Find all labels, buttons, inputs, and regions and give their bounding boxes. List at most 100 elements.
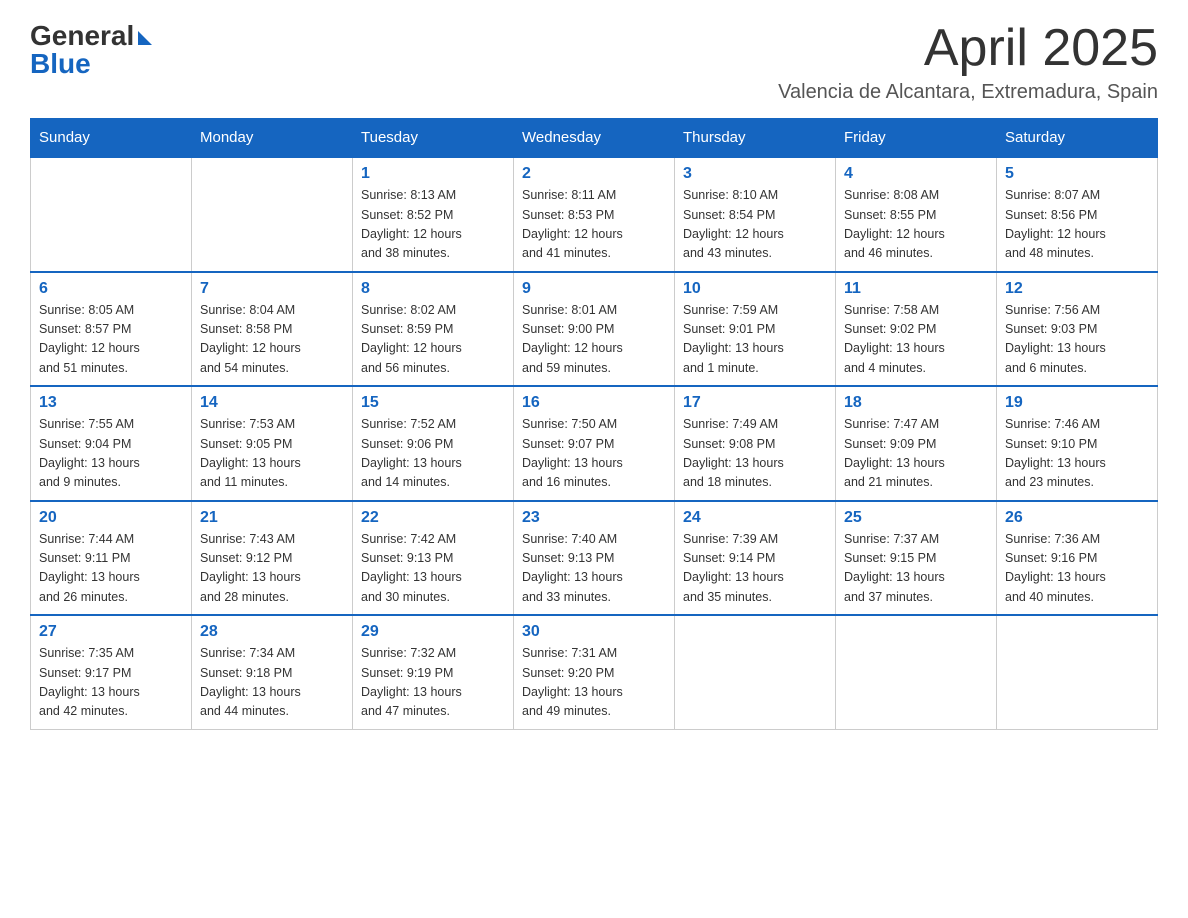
day-info: Sunrise: 8:08 AM Sunset: 8:55 PM Dayligh… <box>844 186 988 264</box>
day-number: 30 <box>522 623 666 641</box>
header-friday: Friday <box>836 119 997 158</box>
day-number: 21 <box>200 509 344 527</box>
day-number: 2 <box>522 165 666 183</box>
day-info: Sunrise: 8:04 AM Sunset: 8:58 PM Dayligh… <box>200 301 344 379</box>
calendar-cell <box>675 615 836 729</box>
calendar-cell: 27 Sunrise: 7:35 AM Sunset: 9:17 PM Dayli… <box>31 615 192 729</box>
day-info: Sunrise: 7:52 AM Sunset: 9:06 PM Dayligh… <box>361 415 505 493</box>
day-number: 12 <box>1005 280 1149 298</box>
day-number: 25 <box>844 509 988 527</box>
header-wednesday: Wednesday <box>514 119 675 158</box>
day-info: Sunrise: 7:35 AM Sunset: 9:17 PM Dayligh… <box>39 644 183 722</box>
calendar-cell: 17 Sunrise: 7:49 AM Sunset: 9:08 PM Dayli… <box>675 386 836 501</box>
week-row-4: 20 Sunrise: 7:44 AM Sunset: 9:11 PM Dayli… <box>31 501 1158 616</box>
day-info: Sunrise: 7:53 AM Sunset: 9:05 PM Dayligh… <box>200 415 344 493</box>
calendar-cell: 16Sunrise: 7:50 AM Sunset: 9:07 PM Dayli… <box>514 386 675 501</box>
calendar-location: Valencia de Alcantara, Extremadura, Spai… <box>778 81 1158 104</box>
day-info: Sunrise: 7:50 AM Sunset: 9:07 PM Dayligh… <box>522 415 666 493</box>
day-number: 27 <box>39 623 183 641</box>
calendar-cell: 7 Sunrise: 8:04 AM Sunset: 8:58 PM Daylig… <box>192 272 353 387</box>
day-number: 9 <box>522 280 666 298</box>
calendar-cell: 14 Sunrise: 7:53 AM Sunset: 9:05 PM Dayli… <box>192 386 353 501</box>
calendar-cell <box>997 615 1158 729</box>
day-number: 18 <box>844 394 988 412</box>
day-info: Sunrise: 8:02 AM Sunset: 8:59 PM Dayligh… <box>361 301 505 379</box>
day-number: 29 <box>361 623 505 641</box>
calendar-cell: 30 Sunrise: 7:31 AM Sunset: 9:20 PM Dayli… <box>514 615 675 729</box>
day-info: Sunrise: 7:47 AM Sunset: 9:09 PM Dayligh… <box>844 415 988 493</box>
calendar-title: April 2025 <box>778 20 1158 77</box>
calendar-cell: 8 Sunrise: 8:02 AM Sunset: 8:59 PM Daylig… <box>353 272 514 387</box>
day-number: 15 <box>361 394 505 412</box>
calendar-cell: 29Sunrise: 7:32 AM Sunset: 9:19 PM Dayli… <box>353 615 514 729</box>
day-info: Sunrise: 7:43 AM Sunset: 9:12 PM Dayligh… <box>200 530 344 608</box>
calendar-cell: 1 Sunrise: 8:13 AM Sunset: 8:52 PM Daylig… <box>353 157 514 272</box>
day-info: Sunrise: 7:49 AM Sunset: 9:08 PM Dayligh… <box>683 415 827 493</box>
calendar-cell: 13 Sunrise: 7:55 AM Sunset: 9:04 PM Dayli… <box>31 386 192 501</box>
calendar-cell: 15 Sunrise: 7:52 AM Sunset: 9:06 PM Dayli… <box>353 386 514 501</box>
day-number: 13 <box>39 394 183 412</box>
day-info: Sunrise: 7:37 AM Sunset: 9:15 PM Dayligh… <box>844 530 988 608</box>
calendar-cell: 23 Sunrise: 7:40 AM Sunset: 9:13 PM Dayli… <box>514 501 675 616</box>
day-number: 10 <box>683 280 827 298</box>
day-number: 20 <box>39 509 183 527</box>
day-info: Sunrise: 7:36 AM Sunset: 9:16 PM Dayligh… <box>1005 530 1149 608</box>
day-info: Sunrise: 8:13 AM Sunset: 8:52 PM Dayligh… <box>361 186 505 264</box>
day-info: Sunrise: 8:01 AM Sunset: 9:00 PM Dayligh… <box>522 301 666 379</box>
day-info: Sunrise: 7:31 AM Sunset: 9:20 PM Dayligh… <box>522 644 666 722</box>
day-number: 11 <box>844 280 988 298</box>
day-info: Sunrise: 8:10 AM Sunset: 8:54 PM Dayligh… <box>683 186 827 264</box>
day-info: Sunrise: 7:34 AM Sunset: 9:18 PM Dayligh… <box>200 644 344 722</box>
week-row-5: 27 Sunrise: 7:35 AM Sunset: 9:17 PM Dayli… <box>31 615 1158 729</box>
day-number: 24 <box>683 509 827 527</box>
calendar-cell: 22Sunrise: 7:42 AM Sunset: 9:13 PM Dayli… <box>353 501 514 616</box>
day-info: Sunrise: 8:07 AM Sunset: 8:56 PM Dayligh… <box>1005 186 1149 264</box>
calendar-cell: 9 Sunrise: 8:01 AM Sunset: 9:00 PM Daylig… <box>514 272 675 387</box>
day-info: Sunrise: 7:56 AM Sunset: 9:03 PM Dayligh… <box>1005 301 1149 379</box>
logo-triangle-icon <box>138 31 152 45</box>
week-row-3: 13 Sunrise: 7:55 AM Sunset: 9:04 PM Dayli… <box>31 386 1158 501</box>
calendar-cell: 20 Sunrise: 7:44 AM Sunset: 9:11 PM Dayli… <box>31 501 192 616</box>
calendar-cell: 12 Sunrise: 7:56 AM Sunset: 9:03 PM Dayli… <box>997 272 1158 387</box>
calendar-cell <box>836 615 997 729</box>
calendar-cell: 26 Sunrise: 7:36 AM Sunset: 9:16 PM Dayli… <box>997 501 1158 616</box>
header-thursday: Thursday <box>675 119 836 158</box>
day-number: 14 <box>200 394 344 412</box>
day-number: 8 <box>361 280 505 298</box>
week-row-2: 6Sunrise: 8:05 AM Sunset: 8:57 PM Daylig… <box>31 272 1158 387</box>
calendar-cell: 28 Sunrise: 7:34 AM Sunset: 9:18 PM Dayli… <box>192 615 353 729</box>
day-number: 3 <box>683 165 827 183</box>
day-info: Sunrise: 7:44 AM Sunset: 9:11 PM Dayligh… <box>39 530 183 608</box>
calendar-cell: 21 Sunrise: 7:43 AM Sunset: 9:12 PM Dayli… <box>192 501 353 616</box>
day-number: 4 <box>844 165 988 183</box>
title-block: April 2025 Valencia de Alcantara, Extrem… <box>778 20 1158 104</box>
day-number: 26 <box>1005 509 1149 527</box>
day-info: Sunrise: 8:11 AM Sunset: 8:53 PM Dayligh… <box>522 186 666 264</box>
calendar-cell <box>31 157 192 272</box>
calendar-cell: 25 Sunrise: 7:37 AM Sunset: 9:15 PM Dayli… <box>836 501 997 616</box>
day-number: 5 <box>1005 165 1149 183</box>
logo-blue: Blue <box>30 48 91 80</box>
calendar-cell: 24Sunrise: 7:39 AM Sunset: 9:14 PM Dayli… <box>675 501 836 616</box>
day-info: Sunrise: 7:42 AM Sunset: 9:13 PM Dayligh… <box>361 530 505 608</box>
week-row-1: 1 Sunrise: 8:13 AM Sunset: 8:52 PM Daylig… <box>31 157 1158 272</box>
header-sunday: Sunday <box>31 119 192 158</box>
calendar-cell: 18 Sunrise: 7:47 AM Sunset: 9:09 PM Dayli… <box>836 386 997 501</box>
day-number: 17 <box>683 394 827 412</box>
header-monday: Monday <box>192 119 353 158</box>
day-info: Sunrise: 7:58 AM Sunset: 9:02 PM Dayligh… <box>844 301 988 379</box>
day-number: 7 <box>200 280 344 298</box>
header-tuesday: Tuesday <box>353 119 514 158</box>
day-number: 28 <box>200 623 344 641</box>
calendar-header-row: SundayMondayTuesdayWednesdayThursdayFrid… <box>31 119 1158 158</box>
calendar-table: SundayMondayTuesdayWednesdayThursdayFrid… <box>30 118 1158 730</box>
day-number: 1 <box>361 165 505 183</box>
calendar-cell: 4 Sunrise: 8:08 AM Sunset: 8:55 PM Daylig… <box>836 157 997 272</box>
day-number: 19 <box>1005 394 1149 412</box>
calendar-cell: 11 Sunrise: 7:58 AM Sunset: 9:02 PM Dayli… <box>836 272 997 387</box>
day-number: 23 <box>522 509 666 527</box>
day-info: Sunrise: 7:40 AM Sunset: 9:13 PM Dayligh… <box>522 530 666 608</box>
day-info: Sunrise: 7:46 AM Sunset: 9:10 PM Dayligh… <box>1005 415 1149 493</box>
page-header: General Blue April 2025 Valencia de Alca… <box>30 20 1158 104</box>
day-info: Sunrise: 7:55 AM Sunset: 9:04 PM Dayligh… <box>39 415 183 493</box>
